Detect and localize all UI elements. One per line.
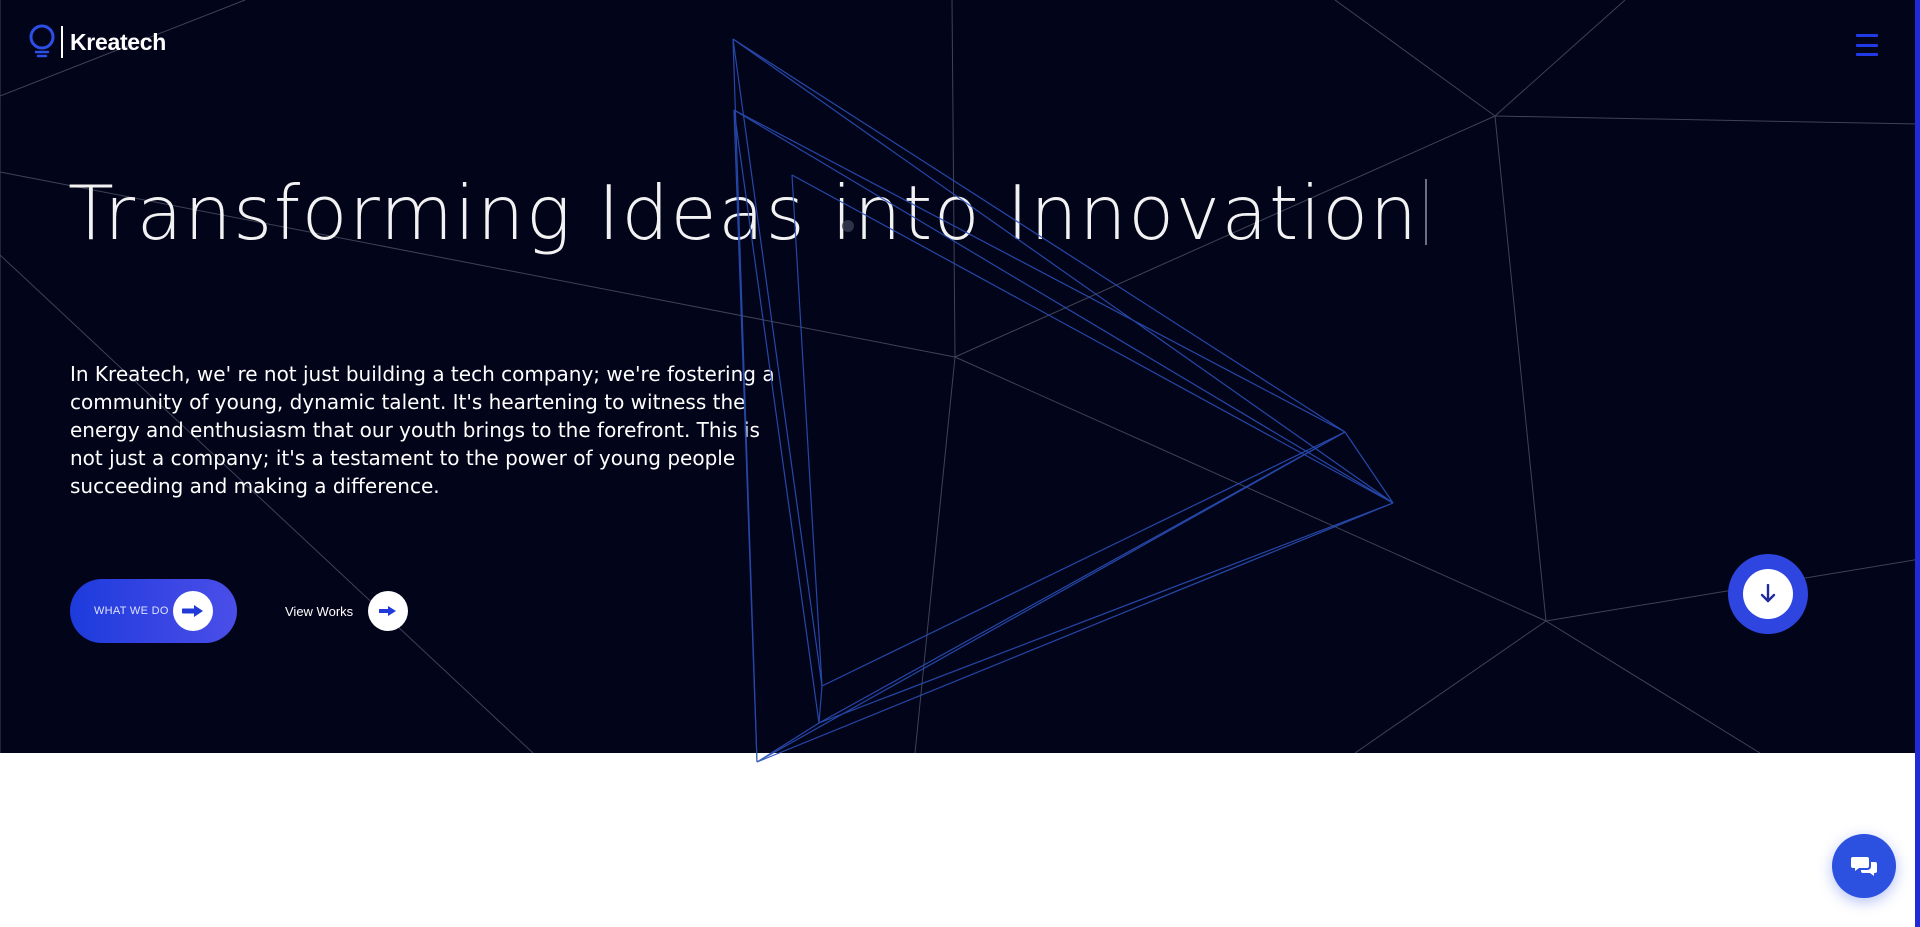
chat-bubbles-icon — [1851, 857, 1877, 876]
menu-bar — [1856, 53, 1878, 56]
hero-headline-text: Transforming Ideas into Innovation — [68, 169, 1419, 257]
hero-headline: Transforming Ideas into Innovation — [68, 168, 1427, 258]
hero-section: Kreatech Transforming Ideas into Innovat… — [0, 0, 1920, 753]
logo-wordmark: Kreatech — [70, 28, 167, 55]
page-edge-accent-bar — [1915, 0, 1920, 927]
menu-bar — [1856, 43, 1878, 47]
scroll-down-button[interactable] — [1728, 554, 1808, 634]
chat-button[interactable] — [1832, 834, 1896, 898]
logo-divider — [61, 26, 63, 58]
menu-bar — [1856, 34, 1878, 37]
page: Kreatech Transforming Ideas into Innovat… — [0, 0, 1920, 927]
arrow-right-icon — [368, 591, 409, 631]
lightbulb-icon — [29, 24, 55, 58]
what-we-do-button[interactable]: WHAT WE DO — [70, 579, 237, 643]
hero-intro-text: In Kreatech, we' re not just building a … — [70, 362, 775, 498]
hamburger-menu-icon[interactable] — [1856, 34, 1880, 56]
arrow-right-icon — [173, 591, 213, 631]
what-we-do-label: WHAT WE DO — [94, 605, 169, 617]
typing-caret — [1424, 179, 1427, 245]
kreatech-logo[interactable]: Kreatech — [28, 24, 166, 60]
view-works-button[interactable]: View Works — [285, 591, 409, 631]
arrow-down-icon — [1743, 569, 1793, 619]
view-works-label: View Works — [285, 603, 354, 619]
